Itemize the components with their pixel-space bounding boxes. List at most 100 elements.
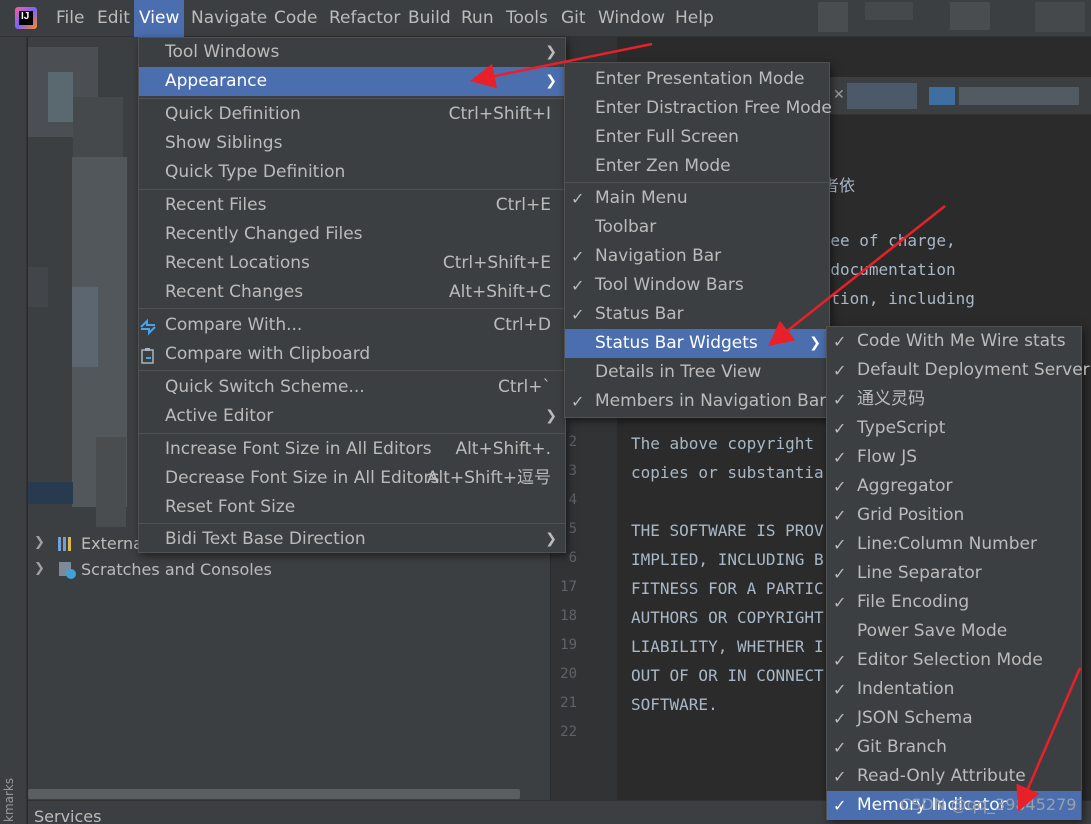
menu-item-widget[interactable]: ✓ Read-Only Attribute [827, 762, 1081, 791]
check-icon: ✓ [833, 419, 847, 438]
line-number: 20 [560, 666, 577, 682]
check-icon: ✓ [833, 709, 847, 728]
menu-item-recent-changes[interactable]: Recent Changes Alt+Shift+C [139, 278, 565, 307]
menu-item-widget[interactable]: ✓ Line:Column Number [827, 530, 1081, 559]
check-icon: ✓ [833, 390, 847, 409]
library-icon [58, 537, 74, 551]
menu-item-widget[interactable]: ✓ Editor Selection Mode [827, 646, 1081, 675]
menu-item-widget[interactable]: ✓ JSON Schema [827, 704, 1081, 733]
check-icon: ✓ [571, 392, 585, 411]
menu-item-recent-files[interactable]: Recent Files Ctrl+E [139, 191, 565, 220]
watermark: CSDN @qq_39845279 [900, 795, 1077, 814]
menu-file[interactable]: File [51, 0, 89, 37]
menu-run[interactable]: Run [456, 0, 499, 37]
menu-item-show-siblings[interactable]: Show Siblings [139, 129, 565, 158]
tree-item-external-libraries[interactable]: ❯ Externa [28, 533, 143, 558]
menu-item-widget[interactable]: ✓ Default Deployment Server [827, 356, 1090, 385]
menu-git[interactable]: Git [556, 0, 591, 37]
menu-item-widget[interactable]: ✓ Code With Me Wire stats [827, 327, 1081, 356]
menu-window[interactable]: Window [593, 0, 670, 37]
check-icon: ✓ [571, 305, 585, 324]
menu-refactor[interactable]: Refactor [324, 0, 405, 37]
menu-item-widget[interactable]: ✓ Indentation [827, 675, 1081, 704]
menu-item-tool-windows[interactable]: Tool Windows ❯ [139, 38, 565, 67]
menu-item-tool-window-bars[interactable]: ✓ Tool Window Bars [565, 271, 829, 300]
menu-build[interactable]: Build [403, 0, 456, 37]
menu-item-widget[interactable]: ✓ TypeScript [827, 414, 1081, 443]
main-menu-bar: IJ File Edit View Navigate Code Refactor… [0, 0, 1091, 37]
menu-item-widget[interactable]: ✓ Git Branch [827, 733, 1081, 762]
compare-icon [139, 317, 157, 336]
menu-item-main-menu[interactable]: ✓ Main Menu [565, 184, 829, 213]
code-line: SOFTWARE. [631, 695, 718, 714]
menu-item-compare-with[interactable]: Compare With... Ctrl+D [139, 311, 565, 340]
scratches-icon [58, 561, 76, 579]
left-tool-strip [0, 37, 27, 824]
menu-code[interactable]: Code [269, 0, 323, 37]
tree-item-scratches[interactable]: ❯ Scratches and Consoles [28, 559, 328, 584]
code-line: LIABILITY, WHETHER I [631, 637, 824, 656]
menu-item-widget[interactable]: ✓ File Encoding [827, 588, 1081, 617]
line-number: 22 [560, 724, 577, 740]
menu-item-zen-mode[interactable]: Enter Zen Mode [565, 152, 829, 181]
menu-item-recent-locations[interactable]: Recent Locations Ctrl+Shift+E [139, 249, 565, 278]
menu-item-increase-font[interactable]: Increase Font Size in All Editors Alt+Shi… [139, 435, 565, 464]
menu-item-active-editor[interactable]: Active Editor ❯ [139, 402, 565, 431]
view-menu-popup: Tool Windows ❯ Appearance ❯ Quick Definiti… [138, 37, 566, 553]
menu-item-reset-font[interactable]: Reset Font Size [139, 493, 565, 522]
editor-tab-bar[interactable]: ✕ [829, 77, 1091, 115]
menu-item-members-nav-bar[interactable]: ✓ Members in Navigation Bar [565, 387, 829, 416]
code-line: FITNESS FOR A PARTIC [631, 579, 824, 598]
close-icon[interactable]: ✕ [833, 87, 845, 103]
menu-item-widget[interactable]: Power Save Mode [827, 617, 1081, 646]
tree-item-label: Scratches and Consoles [81, 560, 272, 579]
check-icon: ✓ [833, 506, 847, 525]
services-tab[interactable]: Services [34, 807, 101, 824]
menu-item-appearance[interactable]: Appearance ❯ [139, 67, 565, 96]
menu-item-distraction-free[interactable]: Enter Distraction Free Mode [565, 94, 832, 123]
menu-item-widget[interactable]: ✓ Aggregator [827, 472, 1081, 501]
chevron-right-icon[interactable]: ❯ [34, 535, 45, 550]
blurred-tree [48, 72, 73, 122]
menu-item-bidi-direction[interactable]: Bidi Text Base Direction ❯ [139, 525, 565, 554]
check-icon: ✓ [833, 593, 847, 612]
app-logo-icon: IJ [15, 7, 37, 29]
menu-item-quick-switch-scheme[interactable]: Quick Switch Scheme... Ctrl+` [139, 373, 565, 402]
menu-edit[interactable]: Edit [92, 0, 135, 37]
menu-item-status-bar[interactable]: ✓ Status Bar [565, 300, 829, 329]
menu-item-quick-type-definition[interactable]: Quick Type Definition [139, 158, 565, 187]
menu-item-widget[interactable]: ✓ Flow JS [827, 443, 1081, 472]
menu-navigate[interactable]: Navigate [186, 0, 272, 37]
blurred-title [950, 2, 990, 30]
check-icon: ✓ [833, 477, 847, 496]
menu-item-widget[interactable]: ✓ Grid Position [827, 501, 1081, 530]
menu-item-decrease-font[interactable]: Decrease Font Size in All Editors Alt+Shi… [139, 464, 565, 493]
blurred-tab [929, 87, 955, 105]
menu-help[interactable]: Help [670, 0, 719, 37]
check-icon: ✓ [833, 361, 847, 380]
menu-tools[interactable]: Tools [501, 0, 553, 37]
menu-item-details-tree-view[interactable]: Details in Tree View [565, 358, 829, 387]
menu-item-compare-clipboard[interactable]: Compare with Clipboard [139, 340, 565, 369]
bookmarks-tab[interactable]: kmarks [2, 778, 16, 822]
blurred-tree [28, 267, 48, 307]
code-line: IMPLIED, INCLUDING B [631, 550, 824, 569]
chevron-right-icon[interactable]: ❯ [34, 561, 45, 576]
check-icon: ✓ [833, 651, 847, 670]
menu-view[interactable]: View [134, 0, 185, 37]
menu-item-full-screen[interactable]: Enter Full Screen [565, 123, 829, 152]
line-number: 19 [560, 637, 577, 653]
menu-item-navigation-bar[interactable]: ✓ Navigation Bar [565, 242, 829, 271]
line-number: 21 [560, 695, 577, 711]
menu-item-quick-definition[interactable]: Quick Definition Ctrl+Shift+I [139, 100, 565, 129]
blurred-tree [73, 97, 123, 157]
code-line: copies or substantia [631, 463, 824, 482]
menu-item-widget[interactable]: ✓ Line Separator [827, 559, 1081, 588]
menu-item-presentation-mode[interactable]: Enter Presentation Mode [565, 65, 829, 94]
menu-item-recently-changed-files[interactable]: Recently Changed Files [139, 220, 565, 249]
menu-item-toolbar[interactable]: Toolbar [565, 213, 829, 242]
horizontal-scrollbar[interactable] [28, 789, 520, 799]
blurred-title [818, 2, 848, 32]
menu-item-status-bar-widgets[interactable]: Status Bar Widgets ❯ [565, 329, 829, 358]
menu-item-widget[interactable]: ✓ 通义灵码 [827, 385, 1081, 414]
